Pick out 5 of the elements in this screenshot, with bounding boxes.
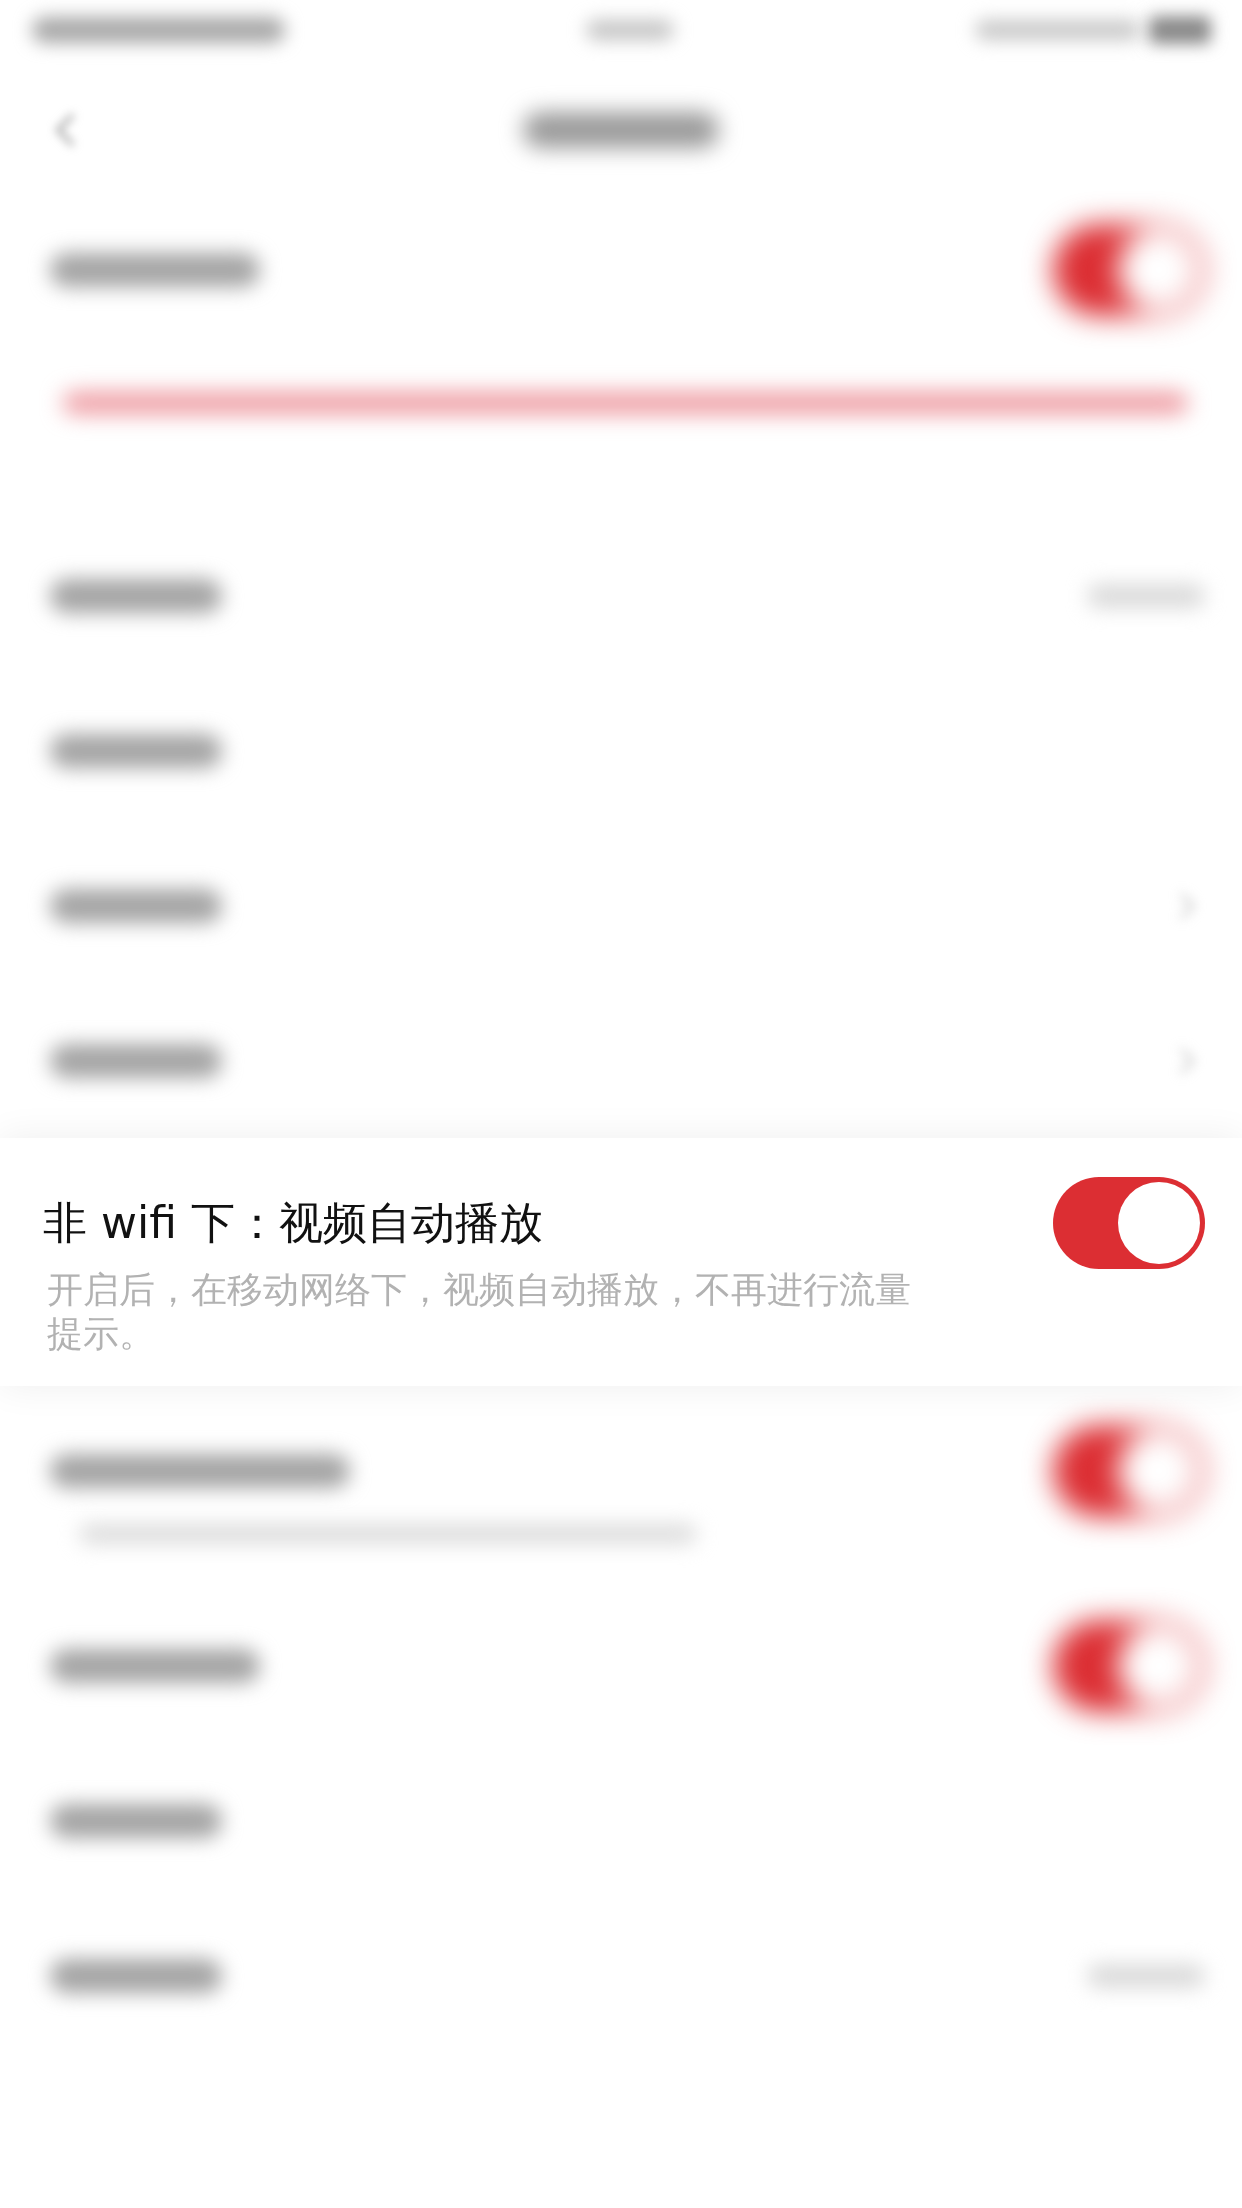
blurred-toggle[interactable] bbox=[1053, 224, 1205, 316]
blurred-toggle[interactable] bbox=[1053, 1619, 1205, 1712]
setting-title: 非 wifi 下：视频自动播放 bbox=[43, 1196, 543, 1250]
blurred-toggle[interactable] bbox=[1053, 1425, 1205, 1517]
setting-description: 开启后，在移动网络下，视频自动播放，不再进行流量提示。 bbox=[47, 1268, 912, 1356]
